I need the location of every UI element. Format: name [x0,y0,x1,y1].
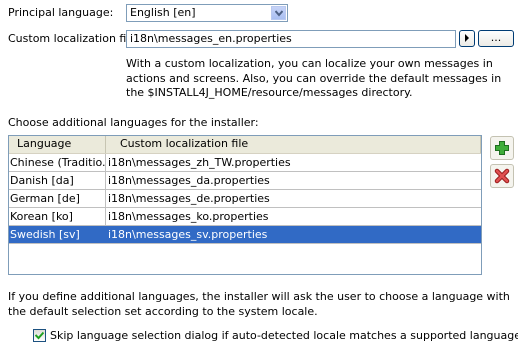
table-row[interactable]: German [de] i18n\messages_de.properties [9,190,481,208]
variable-selector-button[interactable] [459,30,475,47]
browse-button[interactable]: ... [478,30,514,47]
skip-language-selection-label[interactable]: Skip language selection dialog if auto-d… [50,329,518,343]
localization-description: With a custom localization, you can loca… [126,57,502,99]
column-header-file[interactable]: Custom localization file [106,136,481,153]
checkmark-icon [35,331,44,340]
language-cell[interactable]: German [de] [9,190,106,207]
language-cell[interactable]: Swedish [sv] [9,226,106,243]
file-cell[interactable]: i18n\messages_sv.properties [106,226,481,243]
file-cell[interactable]: i18n\messages_ko.properties [106,208,481,225]
language-cell[interactable]: Chinese (Traditio... [9,154,106,171]
table-row[interactable]: Danish [da] i18n\messages_da.properties [9,172,481,190]
chevron-down-icon [275,10,283,17]
language-cell[interactable]: Korean [ko] [9,208,106,225]
plus-icon [495,141,509,155]
column-header-language[interactable]: Language [9,136,106,153]
file-cell[interactable]: i18n\messages_da.properties [106,172,481,189]
add-language-button[interactable] [490,136,514,160]
table-header: Language Custom localization file [9,136,481,154]
additional-languages-note: If you define additional languages, the … [8,290,510,318]
table-row[interactable]: Korean [ko] i18n\messages_ko.properties [9,208,481,226]
triangle-right-icon [465,34,469,42]
principal-language-select[interactable]: English [en] [126,4,288,22]
custom-localization-label: Custom localization file: [8,32,140,45]
principal-language-value: English [en] [130,6,196,19]
language-cell[interactable]: Danish [da] [9,172,106,189]
delete-x-icon [494,168,510,184]
principal-language-label: Principal language: [8,6,114,19]
file-cell[interactable]: i18n\messages_de.properties [106,190,481,207]
table-row[interactable]: Chinese (Traditio... i18n\messages_zh_TW… [9,154,481,172]
principal-language-dropdown-button[interactable] [271,6,286,20]
additional-languages-label: Choose additional languages for the inst… [8,116,259,129]
custom-localization-field[interactable]: i18n\messages_en.properties [126,30,456,48]
file-cell[interactable]: i18n\messages_zh_TW.properties [106,154,481,171]
skip-language-selection-checkbox[interactable] [33,329,46,342]
languages-table[interactable]: Language Custom localization file Chines… [8,135,482,275]
table-row-selected[interactable]: Swedish [sv] i18n\messages_sv.properties [9,226,481,244]
remove-language-button[interactable] [490,164,514,188]
